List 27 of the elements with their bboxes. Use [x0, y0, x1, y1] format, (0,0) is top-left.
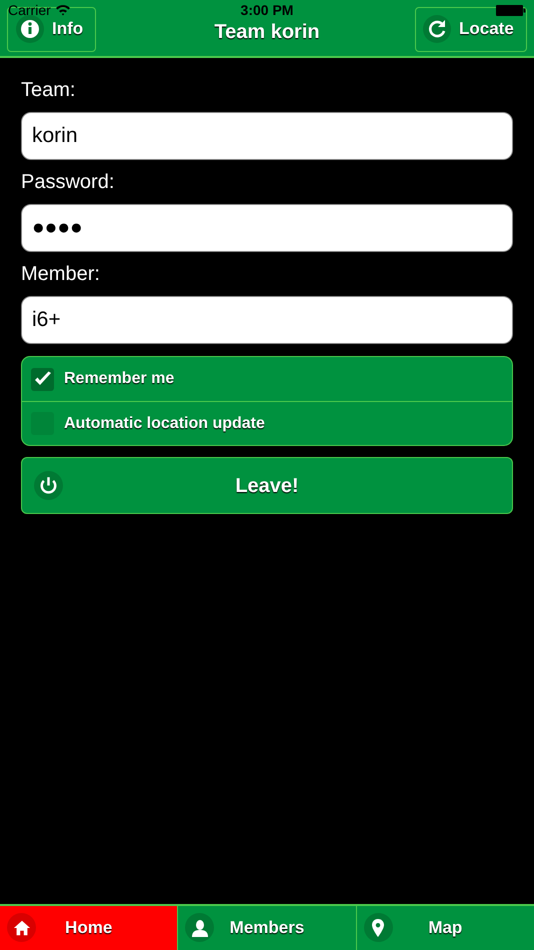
person-icon: [190, 918, 210, 938]
field-label: Password:: [21, 170, 116, 195]
tab[interactable]: Home: [0, 906, 178, 950]
home-icon: [12, 918, 30, 936]
checkbox-row[interactable]: Remember me: [22, 357, 512, 401]
checkmark-icon: [34, 371, 52, 387]
text-field[interactable]: i6+: [21, 296, 513, 344]
text-field[interactable]: korin: [21, 112, 513, 160]
tab[interactable]: Members: [178, 906, 356, 950]
battery-icon: [496, 4, 526, 16]
info-icon: [16, 15, 44, 43]
leave-button[interactable]: Leave!: [21, 457, 513, 514]
wifi-icon: [54, 4, 71, 16]
map-pin-icon: [370, 918, 386, 938]
text-field[interactable]: ●●●●: [21, 204, 513, 252]
checkbox-row[interactable]: Automatic location update: [22, 401, 512, 445]
field-label: Team:: [21, 78, 76, 103]
tab[interactable]: Map: [356, 906, 534, 950]
power-icon: [34, 471, 63, 500]
refresh-icon: [423, 15, 451, 43]
checkbox[interactable]: [31, 368, 54, 390]
screen-title: Team korin: [214, 20, 320, 45]
clock-text: 3:00 PM: [240, 3, 294, 17]
locate-button[interactable]: Locate: [415, 6, 527, 52]
field-label: Member:: [21, 262, 101, 287]
option-label: Automatic location update: [64, 414, 265, 434]
option-label: Remember me: [64, 369, 174, 389]
